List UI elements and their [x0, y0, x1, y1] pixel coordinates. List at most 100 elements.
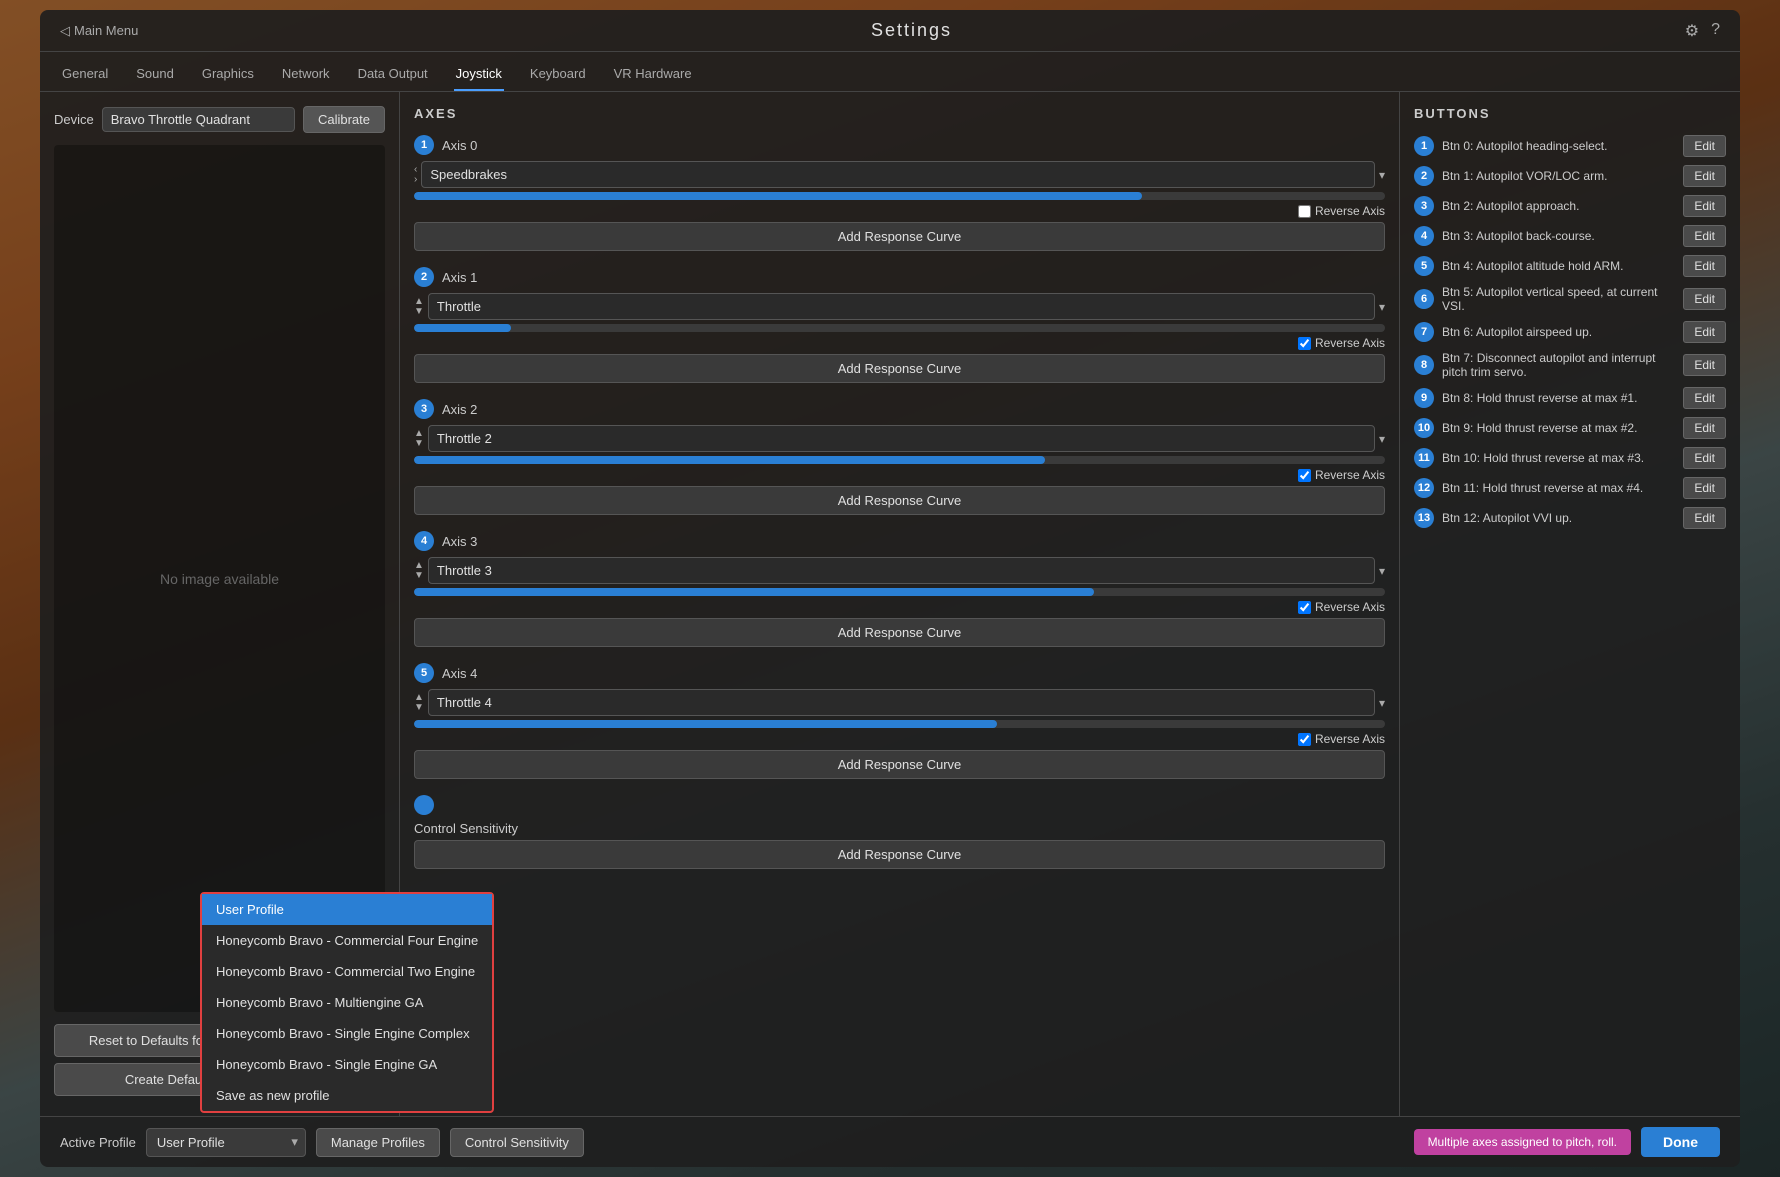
- device-select[interactable]: Bravo Throttle Quadrant: [102, 107, 295, 132]
- axis-1-reverse-label: Reverse Axis: [1315, 336, 1385, 350]
- btn-7-edit[interactable]: Edit: [1683, 354, 1726, 376]
- axis-2-num: 3: [414, 399, 434, 419]
- axis-3-select-row: ▲▼ Throttle 3 ▾: [414, 557, 1385, 584]
- tab-keyboard[interactable]: Keyboard: [528, 60, 588, 91]
- device-row: Device Bravo Throttle Quadrant Calibrate: [54, 106, 385, 133]
- axis-4-arrows[interactable]: ▲▼: [414, 693, 424, 713]
- axis-3-name: Axis 3: [442, 534, 477, 549]
- back-icon: ◁: [60, 23, 70, 39]
- tab-vr-hardware[interactable]: VR Hardware: [612, 60, 694, 91]
- btn-1-label: Btn 1: Autopilot VOR/LOC arm.: [1442, 169, 1675, 183]
- help-icon[interactable]: ?: [1711, 21, 1720, 41]
- btn-8-edit[interactable]: Edit: [1683, 387, 1726, 409]
- axis-3-reverse-label: Reverse Axis: [1315, 600, 1385, 614]
- axis-3-select[interactable]: Throttle 3: [428, 557, 1375, 584]
- button-row-2: 3 Btn 2: Autopilot approach. Edit: [1414, 195, 1726, 217]
- profile-select-wrapper: User Profile ▾: [146, 1128, 306, 1157]
- main-window: ◁ Main Menu Settings ⚙ ? General Sound G…: [40, 10, 1740, 1167]
- dropdown-item-1[interactable]: Honeycomb Bravo - Commercial Four Engine: [202, 925, 492, 956]
- done-button[interactable]: Done: [1641, 1127, 1720, 1157]
- device-label: Device: [54, 112, 94, 127]
- title-bar: ◁ Main Menu Settings ⚙ ?: [40, 10, 1740, 52]
- tab-data-output[interactable]: Data Output: [356, 60, 430, 91]
- manage-profiles-button[interactable]: Manage Profiles: [316, 1128, 440, 1157]
- axis-2-add-response-btn[interactable]: Add Response Curve: [414, 486, 1385, 515]
- dropdown-item-5[interactable]: Honeycomb Bravo - Single Engine GA: [202, 1049, 492, 1080]
- button-row-6: 7 Btn 6: Autopilot airspeed up. Edit: [1414, 321, 1726, 343]
- btn-2-edit[interactable]: Edit: [1683, 195, 1726, 217]
- axis-4-reverse-checkbox[interactable]: [1298, 733, 1311, 746]
- btn-3-edit[interactable]: Edit: [1683, 225, 1726, 247]
- axis-0-arrows[interactable]: ‹›: [414, 165, 417, 185]
- axis-1-add-response-btn[interactable]: Add Response Curve: [414, 354, 1385, 383]
- axis-0-add-response-btn[interactable]: Add Response Curve: [414, 222, 1385, 251]
- axis-2-arrows[interactable]: ▲▼: [414, 429, 424, 449]
- axis-2-reverse-checkbox[interactable]: [1298, 469, 1311, 482]
- axis-3-num: 4: [414, 531, 434, 551]
- tab-network[interactable]: Network: [280, 60, 332, 91]
- axis-0-bar-track: [414, 192, 1385, 200]
- btn-6-edit[interactable]: Edit: [1683, 321, 1726, 343]
- axis-2-header: 3 Axis 2: [414, 399, 1385, 419]
- btn-5-label: Btn 5: Autopilot vertical speed, at curr…: [1442, 285, 1675, 313]
- btn-1-edit[interactable]: Edit: [1683, 165, 1726, 187]
- dropdown-item-4[interactable]: Honeycomb Bravo - Single Engine Complex: [202, 1018, 492, 1049]
- button-row-3: 4 Btn 3: Autopilot back-course. Edit: [1414, 225, 1726, 247]
- axis-group-3: 4 Axis 3 ▲▼ Throttle 3 ▾ R: [414, 531, 1385, 647]
- axis-5-add-response-btn[interactable]: Add Response Curve: [414, 840, 1385, 869]
- dropdown-item-0[interactable]: User Profile: [202, 894, 492, 925]
- axis-group-4: 5 Axis 4 ▲▼ Throttle 4 ▾ R: [414, 663, 1385, 779]
- axis-0-reverse-checkbox[interactable]: [1298, 205, 1311, 218]
- btn-12-label: Btn 12: Autopilot VVI up.: [1442, 511, 1675, 525]
- tab-general[interactable]: General: [60, 60, 110, 91]
- axis-3-add-response-btn[interactable]: Add Response Curve: [414, 618, 1385, 647]
- axis-5-num: [414, 795, 434, 815]
- btn-9-label: Btn 9: Hold thrust reverse at max #2.: [1442, 421, 1675, 435]
- axis-4-select[interactable]: Throttle 4: [428, 689, 1375, 716]
- axis-3-arrows[interactable]: ▲▼: [414, 561, 424, 581]
- axis-4-add-response-btn[interactable]: Add Response Curve: [414, 750, 1385, 779]
- settings-icon[interactable]: ⚙: [1685, 21, 1699, 41]
- btn-2-label: Btn 2: Autopilot approach.: [1442, 199, 1675, 213]
- tab-joystick[interactable]: Joystick: [454, 60, 504, 91]
- dropdown-item-3[interactable]: Honeycomb Bravo - Multiengine GA: [202, 987, 492, 1018]
- axis-3-chevron: ▾: [1379, 564, 1385, 578]
- axis-1-arrows[interactable]: ▲▼: [414, 297, 424, 317]
- btn-4-label: Btn 4: Autopilot altitude hold ARM.: [1442, 259, 1675, 273]
- btn-11-edit[interactable]: Edit: [1683, 477, 1726, 499]
- btn-9-edit[interactable]: Edit: [1683, 417, 1726, 439]
- axis-2-bar-fill: [414, 456, 1045, 464]
- axis-3-reverse-row: Reverse Axis: [414, 600, 1385, 614]
- axis-group-5: Control Sensitivity Add Response Curve: [414, 795, 1385, 869]
- dropdown-item-6[interactable]: Save as new profile: [202, 1080, 492, 1111]
- axis-3-reverse-checkbox[interactable]: [1298, 601, 1311, 614]
- axis-4-reverse-row: Reverse Axis: [414, 732, 1385, 746]
- btn-4-edit[interactable]: Edit: [1683, 255, 1726, 277]
- btn-1-num: 2: [1414, 166, 1434, 186]
- axis-1-bar-row: [414, 324, 1385, 332]
- control-sensitivity-button[interactable]: Control Sensitivity: [450, 1128, 584, 1157]
- back-link[interactable]: ◁ Main Menu: [60, 23, 138, 39]
- axis-4-header: 5 Axis 4: [414, 663, 1385, 683]
- btn-3-label: Btn 3: Autopilot back-course.: [1442, 229, 1675, 243]
- btn-10-edit[interactable]: Edit: [1683, 447, 1726, 469]
- window-title: Settings: [871, 20, 952, 41]
- axis-1-reverse-checkbox[interactable]: [1298, 337, 1311, 350]
- axis-2-select[interactable]: Throttle 2: [428, 425, 1375, 452]
- btn-12-edit[interactable]: Edit: [1683, 507, 1726, 529]
- btn-7-num: 8: [1414, 355, 1434, 375]
- profile-select[interactable]: User Profile: [146, 1128, 306, 1157]
- axis-group-2: 3 Axis 2 ▲▼ Throttle 2 ▾ R: [414, 399, 1385, 515]
- axis-0-select[interactable]: Speedbrakes: [421, 161, 1375, 188]
- button-row-8: 9 Btn 8: Hold thrust reverse at max #1. …: [1414, 387, 1726, 409]
- tab-sound[interactable]: Sound: [134, 60, 176, 91]
- axis-1-select[interactable]: Throttle: [428, 293, 1375, 320]
- btn-5-edit[interactable]: Edit: [1683, 288, 1726, 310]
- axis-1-name: Axis 1: [442, 270, 477, 285]
- calibrate-button[interactable]: Calibrate: [303, 106, 385, 133]
- axis-0-name: Axis 0: [442, 138, 477, 153]
- axis-2-chevron: ▾: [1379, 432, 1385, 446]
- btn-0-edit[interactable]: Edit: [1683, 135, 1726, 157]
- dropdown-item-2[interactable]: Honeycomb Bravo - Commercial Two Engine: [202, 956, 492, 987]
- tab-graphics[interactable]: Graphics: [200, 60, 256, 91]
